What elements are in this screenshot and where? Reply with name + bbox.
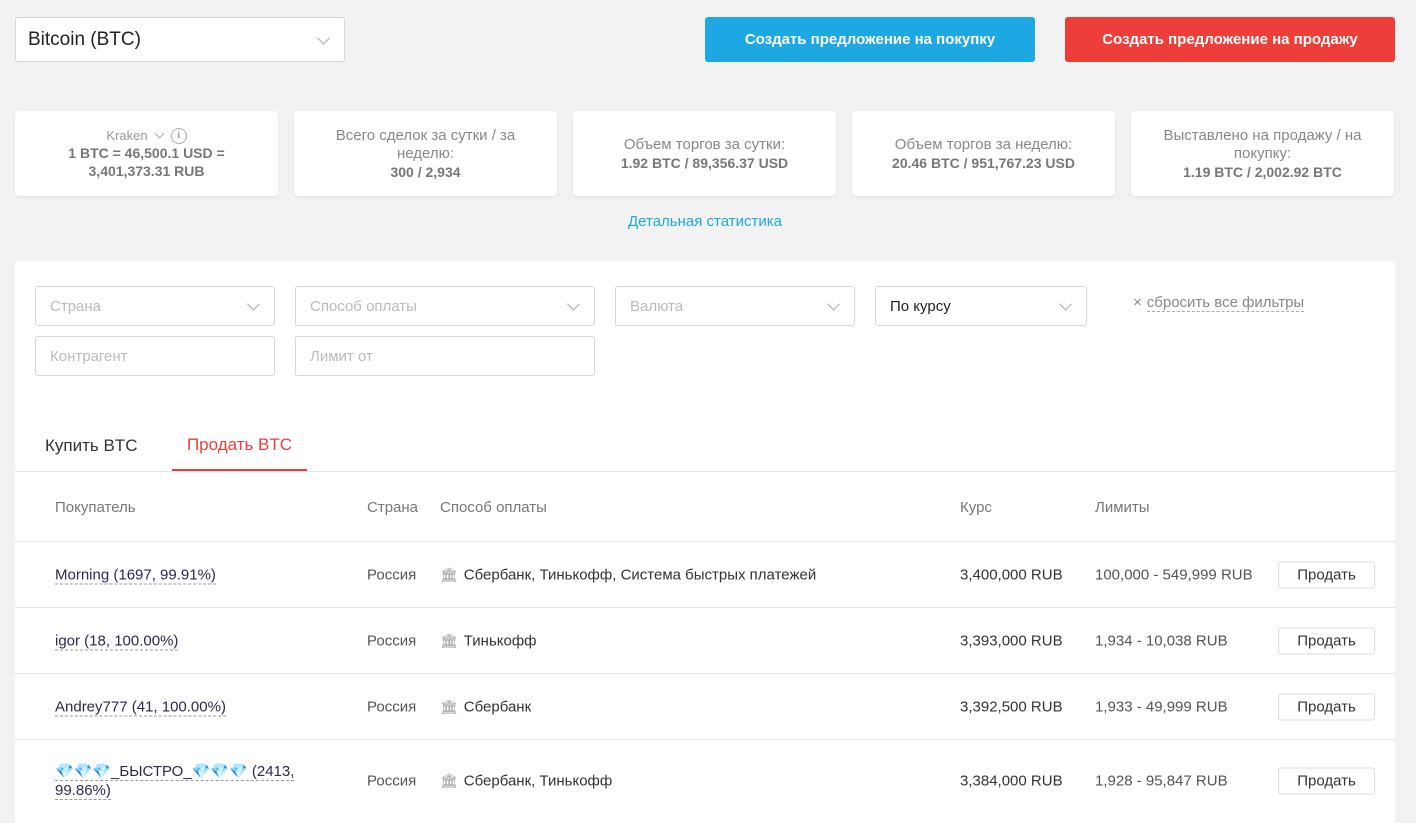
buyer-name-line: 💎💎💎_БЫСТРО_💎💎💎 (2413, [55,762,295,780]
limit-from-placeholder: Лимит от [310,347,373,365]
buyer-link[interactable]: 💎💎💎_БЫСТРО_💎💎💎 (2413, 99.86%) [55,762,295,800]
rate-line-2: 3,401,373.31 RUB [88,162,205,179]
limit-from-input[interactable]: Лимит от [295,336,595,376]
header-country: Страна [367,499,419,516]
stat-value: 1.19 BTC / 2,002.92 BTC [1183,163,1342,180]
payment-methods: Сбербанк [463,698,532,715]
bank-icon: 🏛 [440,566,458,582]
table-row: Andrey777 (41, 100.00%) Россия 🏛 Сбербан… [15,673,1395,739]
payment-filter[interactable]: Способ оплаты [295,286,595,326]
stat-label: Объем торгов за сутки: [623,135,786,153]
payment-methods: Сбербанк, Тинькофф, Система быстрых плат… [463,566,817,583]
reset-filters-link[interactable]: × сбросить все фильтры [1133,294,1305,312]
payment-methods: Сбербанк, Тинькофф [463,772,613,789]
buyer-link[interactable]: igor (18, 100.00%) [55,632,179,650]
stat-card-rate: Kraken i 1 BTC = 46,500.1 USD = 3,401,37… [15,111,278,196]
chevron-down-icon [1059,297,1072,311]
rate-cell: 3,384,000 RUB [960,772,1063,789]
currency-select[interactable]: Bitcoin (BTC) [15,17,345,62]
stat-value: 1.92 BTC / 89,356.37 USD [620,154,789,171]
stat-label: Выставлено на продажу / на покупку: [1163,126,1362,162]
country-cell: Россия [367,772,417,789]
buyer-name-line: 99.86%) [55,781,111,799]
rate-cell: 3,392,500 RUB [960,698,1063,715]
rate-source-label: Kraken [106,127,148,143]
stat-card-volume-day: Объем торгов за сутки: 1.92 BTC / 89,356… [573,111,836,196]
reset-filters-label: сбросить все фильтры [1146,294,1305,312]
chevron-down-icon [317,31,330,45]
chevron-down-icon [567,297,580,311]
stat-card-deals: Всего сделок за сутки / за неделю: 300 /… [294,111,557,196]
limits-cell: 1,934 - 10,038 RUB [1095,632,1228,649]
country-cell: Россия [367,632,417,649]
sell-button[interactable]: Продать [1278,767,1375,794]
limits-cell: 1,928 - 95,847 RUB [1095,772,1228,789]
header-buyer[interactable]: Покупатель [55,499,136,516]
rate-line-1: 1 BTC = 46,500.1 USD = [68,144,225,161]
stat-value: 20.46 BTC / 951,767.23 USD [892,154,1075,171]
sell-button[interactable]: Продать [1278,627,1375,654]
tab-buy-btc[interactable]: Купить BTC [45,421,137,471]
tabs-divider [15,471,1395,472]
stat-label: Объем торгов за неделю: [894,135,1073,153]
stat-value: 300 / 2,934 [390,163,461,180]
chevron-down-icon [247,297,260,311]
bank-icon: 🏛 [440,632,458,648]
stat-label: Всего сделок за сутки / за неделю: [335,126,516,162]
create-buy-offer-button[interactable]: Создать предложение на покупку [705,17,1035,62]
limits-cell: 1,933 - 49,999 RUB [1095,698,1228,715]
payment-cell: 🏛 Сбербанк [440,698,531,715]
chevron-down-icon [154,128,165,139]
bank-icon: 🏛 [440,772,458,788]
currency-filter[interactable]: Валюта [615,286,855,326]
payment-filter-placeholder: Способ оплаты [310,297,417,315]
rate-cell: 3,400,000 RUB [960,566,1063,583]
buyer-link[interactable]: Andrey777 (41, 100.00%) [55,698,226,716]
close-icon: × [1133,294,1142,311]
sell-button[interactable]: Продать [1278,561,1375,588]
detailed-stats-link[interactable]: Детальная статистика [605,213,805,230]
currency-filter-placeholder: Валюта [630,297,684,315]
chevron-down-icon [827,297,840,311]
create-sell-offer-button[interactable]: Создать предложение на продажу [1065,17,1395,62]
sort-select-value: По курсу [890,297,951,315]
header-limits: Лимиты [1095,499,1150,516]
sort-select[interactable]: По курсу [875,286,1087,326]
counterparty-input[interactable]: Контрагент [35,336,275,376]
country-filter-placeholder: Страна [50,297,102,315]
table-row: 💎💎💎_БЫСТРО_💎💎💎 (2413, 99.86%) Россия 🏛 Сб… [15,739,1395,821]
header-rate[interactable]: Курс [960,499,992,516]
table-row: igor (18, 100.00%) Россия 🏛 Тинькофф 3,3… [15,607,1395,673]
payment-cell: 🏛 Сбербанк, Тинькофф, Система быстрых пл… [440,566,816,583]
stat-card-volume-week: Объем торгов за неделю: 20.46 BTC / 951,… [852,111,1115,196]
stat-card-listed: Выставлено на продажу / на покупку: 1.19… [1131,111,1394,196]
table-row: Morning (1697, 99.91%) Россия 🏛 Сбербанк… [15,541,1395,607]
payment-cell: 🏛 Тинькофф [440,632,537,649]
tab-sell-btc[interactable]: Продать BTC [172,421,307,471]
country-filter[interactable]: Страна [35,286,275,326]
offers-panel: Страна Способ оплаты Валюта По курсу × с… [15,261,1395,823]
limits-cell: 100,000 - 549,999 RUB [1095,566,1253,583]
counterparty-placeholder: Контрагент [50,347,128,365]
payment-cell: 🏛 Сбербанк, Тинькофф [440,772,612,789]
country-cell: Россия [367,698,417,715]
sell-button[interactable]: Продать [1278,693,1375,720]
country-cell: Россия [367,566,417,583]
buyer-link[interactable]: Morning (1697, 99.91%) [55,566,216,584]
info-icon[interactable]: i [170,127,187,144]
payment-methods: Тинькофф [463,632,537,649]
bank-icon: 🏛 [440,698,458,714]
header-payment: Способ оплаты [440,499,547,516]
currency-select-value: Bitcoin (BTC) [28,28,141,50]
rate-source-select[interactable]: Kraken i [106,127,187,144]
rate-cell: 3,393,000 RUB [960,632,1063,649]
